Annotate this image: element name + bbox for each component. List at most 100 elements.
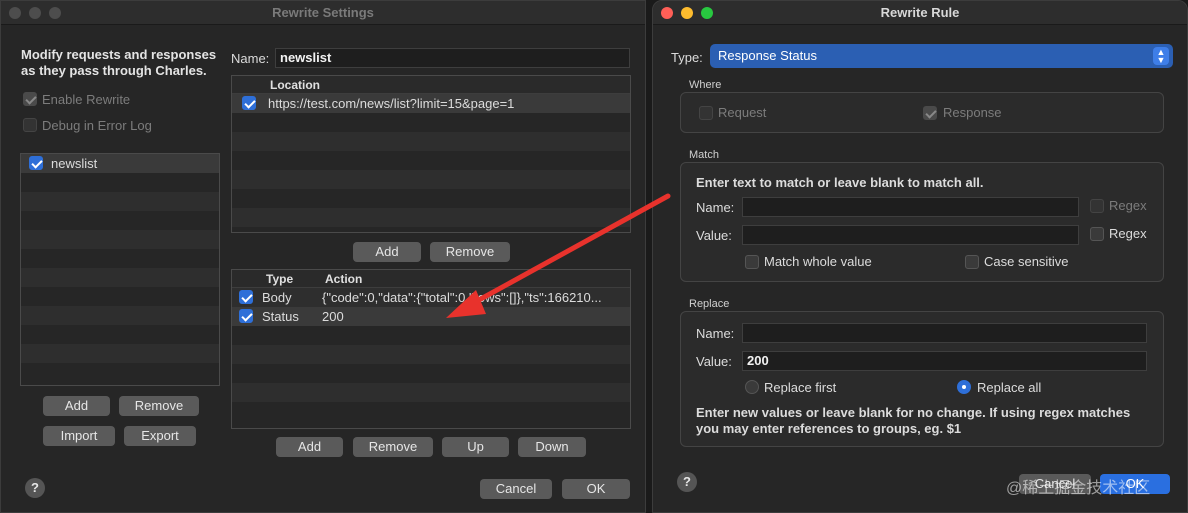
location-column-header: Location	[270, 78, 320, 92]
rule-enabled-checkbox[interactable]	[239, 309, 253, 323]
description-text: Modify requests and responses as they pa…	[21, 47, 217, 78]
name-input[interactable]: newslist	[275, 48, 630, 68]
rule-type: Body	[262, 290, 292, 305]
enable-rewrite-checkbox[interactable]	[23, 92, 37, 106]
replace-group: Name: Value: 200 Replace first Replace a…	[680, 311, 1164, 447]
replace-all-radio[interactable]	[957, 380, 971, 394]
location-url: https://test.com/news/list?limit=15&page…	[268, 96, 515, 111]
rules-table-header: Type Action	[232, 270, 630, 288]
match-whole-value-checkbox[interactable]	[745, 255, 759, 269]
minimize-window-button[interactable]	[681, 7, 693, 19]
enable-rewrite-label: Enable Rewrite	[42, 92, 131, 107]
match-value-input[interactable]	[742, 225, 1079, 245]
action-column-header: Action	[325, 272, 363, 286]
location-enabled-checkbox[interactable]	[242, 96, 256, 110]
watermark-text: @稀土掘金技术社区	[1006, 480, 1151, 497]
replace-value-label: Value:	[696, 354, 732, 369]
empty-row	[232, 132, 630, 151]
set-name: newslist	[51, 156, 98, 171]
list-item[interactable]: newslist	[21, 154, 219, 173]
close-window-button[interactable]	[9, 7, 21, 19]
table-row[interactable]: Status 200	[232, 307, 630, 326]
match-name-input[interactable]	[742, 197, 1079, 217]
remove-location-button[interactable]: Remove	[430, 242, 510, 262]
close-window-button[interactable]	[661, 7, 673, 19]
ok-button[interactable]: OK	[562, 479, 630, 499]
zoom-window-button[interactable]	[701, 7, 713, 19]
replace-first-radio[interactable]	[745, 380, 759, 394]
add-location-button[interactable]: Add	[353, 242, 421, 262]
request-label: Request	[718, 105, 767, 120]
rule-action: {"code":0,"data":{"total":0,"rows":[]},"…	[322, 290, 602, 305]
response-label: Response	[943, 105, 1002, 120]
type-column-header: Type	[266, 272, 294, 286]
empty-row	[232, 170, 630, 189]
debug-error-log-label: Debug in Error Log	[42, 118, 152, 133]
window-title: Rewrite Rule	[880, 5, 960, 20]
move-down-button[interactable]: Down	[518, 437, 586, 457]
replace-value-input[interactable]: 200	[742, 351, 1147, 371]
name-regex-label: Regex	[1109, 198, 1147, 213]
rules-table[interactable]: Type Action Body {"code":0,"data":{"tota…	[231, 269, 631, 429]
title-bar: Rewrite Rule	[653, 1, 1187, 25]
empty-row	[232, 345, 630, 364]
match-value-label: Value:	[696, 228, 732, 243]
cancel-button[interactable]: Cancel	[480, 479, 552, 499]
type-label: Type:	[671, 50, 703, 65]
empty-row	[21, 344, 219, 363]
name-regex-checkbox[interactable]	[1090, 199, 1104, 213]
replace-hint: Enter new values or leave blank for no c…	[696, 405, 1131, 436]
where-group: Request Response	[680, 92, 1164, 133]
rewrite-sets-list[interactable]: newslist	[20, 153, 220, 386]
remove-set-button[interactable]: Remove	[119, 396, 199, 416]
empty-row	[21, 192, 219, 211]
minimize-window-button[interactable]	[29, 7, 41, 19]
help-button[interactable]: ?	[25, 478, 45, 498]
debug-error-log-checkbox[interactable]	[23, 118, 37, 132]
type-select-value: Response Status	[718, 48, 818, 63]
window-controls	[9, 7, 61, 19]
match-group: Enter text to match or leave blank to ma…	[680, 162, 1164, 282]
import-button[interactable]: Import	[43, 426, 115, 446]
table-row[interactable]: https://test.com/news/list?limit=15&page…	[232, 94, 630, 113]
match-name-label: Name:	[696, 200, 735, 215]
move-up-button[interactable]: Up	[442, 437, 509, 457]
match-section-label: Match	[689, 149, 719, 161]
table-row[interactable]: Body {"code":0,"data":{"total":0,"rows":…	[232, 288, 630, 307]
rule-type: Status	[262, 309, 299, 324]
replace-all-label: Replace all	[977, 380, 1042, 395]
response-checkbox[interactable]	[923, 106, 937, 120]
rule-enabled-checkbox[interactable]	[239, 290, 253, 304]
empty-row	[21, 230, 219, 249]
window-controls	[661, 7, 713, 19]
replace-section-label: Replace	[689, 298, 730, 310]
value-regex-checkbox[interactable]	[1090, 227, 1104, 241]
empty-row	[232, 383, 630, 402]
name-label: Name:	[231, 51, 270, 66]
empty-row	[21, 268, 219, 287]
case-sensitive-label: Case sensitive	[984, 254, 1069, 269]
add-rule-button[interactable]: Add	[276, 437, 343, 457]
export-button[interactable]: Export	[124, 426, 196, 446]
remove-rule-button[interactable]: Remove	[353, 437, 433, 457]
location-table-header: Location	[232, 76, 630, 94]
case-sensitive-checkbox[interactable]	[965, 255, 979, 269]
location-table[interactable]: Location https://test.com/news/list?limi…	[231, 75, 631, 233]
empty-row	[21, 306, 219, 325]
help-button[interactable]: ?	[677, 472, 697, 492]
chevron-updown-icon: ▲ ▼	[1153, 47, 1169, 65]
value-regex-label: Regex	[1109, 226, 1147, 241]
zoom-window-button[interactable]	[49, 7, 61, 19]
where-section-label: Where	[689, 79, 722, 91]
window-title: Rewrite Settings	[272, 5, 374, 20]
set-enabled-checkbox[interactable]	[29, 156, 43, 170]
type-select[interactable]: Response Status ▲ ▼	[710, 44, 1173, 68]
rewrite-rule-window: Rewrite Rule Type: Response Status ▲ ▼ Wh…	[652, 0, 1188, 513]
replace-first-label: Replace first	[764, 380, 837, 395]
rule-action: 200	[322, 309, 344, 324]
title-bar: Rewrite Settings	[1, 1, 645, 25]
rewrite-settings-window: Rewrite Settings Modify requests and res…	[0, 0, 646, 513]
add-set-button[interactable]: Add	[43, 396, 110, 416]
replace-name-input[interactable]	[742, 323, 1147, 343]
request-checkbox[interactable]	[699, 106, 713, 120]
